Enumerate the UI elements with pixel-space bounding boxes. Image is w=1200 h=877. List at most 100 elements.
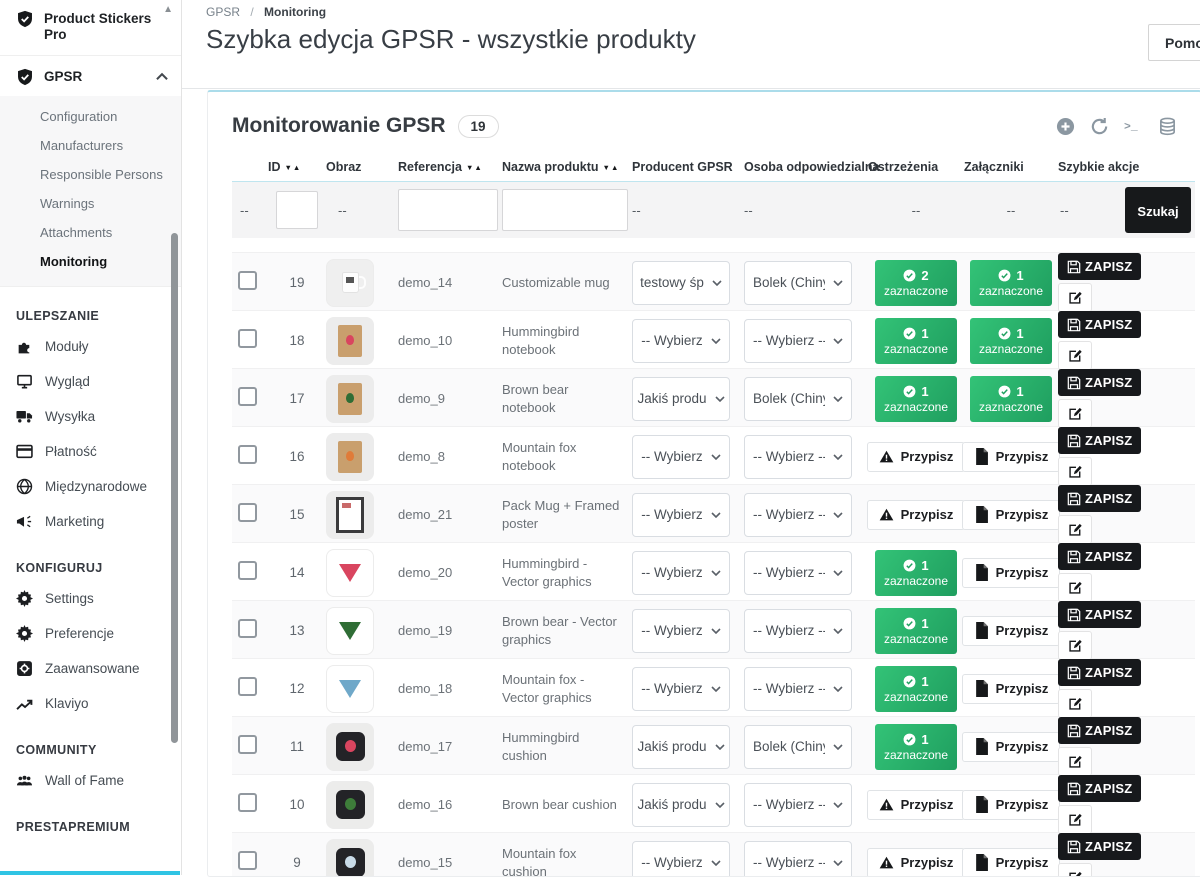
row-checkbox[interactable] <box>238 561 257 580</box>
sort-icon[interactable]: ▼▲ <box>603 163 620 172</box>
save-button[interactable]: ZAPISZ <box>1058 659 1141 686</box>
row-checkbox[interactable] <box>238 851 257 870</box>
terminal-icon[interactable]: >_ <box>1124 117 1143 136</box>
attachments-assign-button[interactable]: Przypisz <box>962 790 1061 820</box>
warnings-assign-button[interactable]: Przypisz <box>867 848 966 877</box>
warnings-count-badge[interactable]: 1zaznaczone <box>875 608 957 654</box>
producer-select[interactable]: Jakiś produ <box>632 783 730 827</box>
attachments-count-badge[interactable]: 1zaznaczone <box>970 260 1052 306</box>
column-header-referencja[interactable]: Referencja▼▲ <box>398 160 502 174</box>
attachments-assign-button[interactable]: Przypisz <box>962 732 1061 762</box>
warnings-count-badge[interactable]: 1zaznaczone <box>875 376 957 422</box>
scroll-up-icon[interactable]: ▲ <box>163 4 173 15</box>
edit-button[interactable] <box>1058 515 1092 544</box>
submenu-item-attachments[interactable]: Attachments <box>0 218 181 247</box>
attachments-assign-button[interactable]: Przypisz <box>962 674 1061 704</box>
save-button[interactable]: ZAPISZ <box>1058 427 1141 454</box>
submenu-item-configuration[interactable]: Configuration <box>0 102 181 131</box>
responsible-person-select[interactable]: -- Wybierz -- <box>744 841 852 877</box>
sort-icon[interactable]: ▼▲ <box>466 163 483 172</box>
warnings-assign-button[interactable]: Przypisz <box>867 500 966 530</box>
edit-button[interactable] <box>1058 747 1092 776</box>
row-checkbox[interactable] <box>238 329 257 348</box>
refresh-icon[interactable] <box>1090 117 1109 136</box>
sidebar-item-wall-of-fame[interactable]: Wall of Fame <box>0 763 181 798</box>
row-checkbox[interactable] <box>238 619 257 638</box>
submenu-item-monitoring[interactable]: Monitoring <box>0 247 181 276</box>
edit-button[interactable] <box>1058 399 1092 428</box>
warnings-assign-button[interactable]: Przypisz <box>867 442 966 472</box>
save-button[interactable]: ZAPISZ <box>1058 543 1141 570</box>
sidebar-item-wygląd[interactable]: Wygląd <box>0 364 181 399</box>
sql-icon[interactable] <box>1158 117 1177 136</box>
sidebar-item-product-stickers-pro[interactable]: Product Stickers Pro <box>0 0 181 53</box>
attachments-count-badge[interactable]: 1zaznaczone <box>970 318 1052 364</box>
filter-id-input[interactable] <box>276 191 318 229</box>
warnings-count-badge[interactable]: 2zaznaczone <box>875 260 957 306</box>
responsible-person-select[interactable]: -- Wybierz -- <box>744 435 852 479</box>
save-button[interactable]: ZAPISZ <box>1058 485 1141 512</box>
sidebar-item-zaawansowane[interactable]: Zaawansowane <box>0 651 181 686</box>
save-button[interactable]: ZAPISZ <box>1058 717 1141 744</box>
responsible-person-select[interactable]: -- Wybierz -- <box>744 493 852 537</box>
sidebar-item-marketing[interactable]: Marketing <box>0 504 181 539</box>
responsible-person-select[interactable]: -- Wybierz -- <box>744 319 852 363</box>
sidebar-item-klaviyo[interactable]: Klaviyo <box>0 686 181 721</box>
column-header-nazwa-produktu[interactable]: Nazwa produktu▼▲ <box>502 160 632 174</box>
responsible-person-select[interactable]: -- Wybierz -- <box>744 783 852 827</box>
edit-button[interactable] <box>1058 805 1092 834</box>
producer-select[interactable]: Jakiś produ <box>632 377 730 421</box>
attachments-assign-button[interactable]: Przypisz <box>962 616 1061 646</box>
sidebar-item-moduły[interactable]: Moduły <box>0 329 181 364</box>
breadcrumb-gpsr[interactable]: GPSR <box>206 5 240 19</box>
save-button[interactable]: ZAPISZ <box>1058 311 1141 338</box>
search-button[interactable]: Szukaj <box>1125 187 1191 233</box>
producer-select[interactable]: -- Wybierz <box>632 551 730 595</box>
column-header-id[interactable]: ID▼▲ <box>268 160 326 174</box>
sort-icon[interactable]: ▼▲ <box>285 163 302 172</box>
submenu-item-responsible-persons[interactable]: Responsible Persons <box>0 160 181 189</box>
producer-select[interactable]: Jakiś produ <box>632 725 730 769</box>
producer-select[interactable]: testowy śp <box>632 261 730 305</box>
save-button[interactable]: ZAPISZ <box>1058 601 1141 628</box>
attachments-count-badge[interactable]: 1zaznaczone <box>970 376 1052 422</box>
sidebar-item-płatność[interactable]: Płatność <box>0 434 181 469</box>
edit-button[interactable] <box>1058 631 1092 660</box>
responsible-person-select[interactable]: -- Wybierz -- <box>744 667 852 711</box>
attachments-assign-button[interactable]: Przypisz <box>962 442 1061 472</box>
attachments-assign-button[interactable]: Przypisz <box>962 558 1061 588</box>
row-checkbox[interactable] <box>238 677 257 696</box>
add-icon[interactable] <box>1056 117 1075 136</box>
save-button[interactable]: ZAPISZ <box>1058 833 1141 860</box>
producer-select[interactable]: -- Wybierz <box>632 667 730 711</box>
responsible-person-select[interactable]: Bolek (Chiny) <box>744 377 852 421</box>
row-checkbox[interactable] <box>238 445 257 464</box>
row-checkbox[interactable] <box>238 503 257 522</box>
row-checkbox[interactable] <box>238 735 257 754</box>
sidebar-item-wysyłka[interactable]: Wysyłka <box>0 399 181 434</box>
sidebar-item-settings[interactable]: Settings <box>0 581 181 616</box>
edit-button[interactable] <box>1058 689 1092 718</box>
warnings-assign-button[interactable]: Przypisz <box>867 790 966 820</box>
attachments-assign-button[interactable]: Przypisz <box>962 500 1061 530</box>
save-button[interactable]: ZAPISZ <box>1058 775 1141 802</box>
edit-button[interactable] <box>1058 283 1092 312</box>
row-checkbox[interactable] <box>238 387 257 406</box>
attachments-assign-button[interactable]: Przypisz <box>962 848 1061 877</box>
save-button[interactable]: ZAPISZ <box>1058 253 1141 280</box>
row-checkbox[interactable] <box>238 793 257 812</box>
edit-button[interactable] <box>1058 341 1092 370</box>
sidebar-item-międzynarodowe[interactable]: Międzynarodowe <box>0 469 181 504</box>
save-button[interactable]: ZAPISZ <box>1058 369 1141 396</box>
sidebar-item-preferencje[interactable]: Preferencje <box>0 616 181 651</box>
warnings-count-badge[interactable]: 1zaznaczone <box>875 724 957 770</box>
submenu-item-warnings[interactable]: Warnings <box>0 189 181 218</box>
producer-select[interactable]: -- Wybierz <box>632 435 730 479</box>
edit-button[interactable] <box>1058 457 1092 486</box>
submenu-item-manufacturers[interactable]: Manufacturers <box>0 131 181 160</box>
row-checkbox[interactable] <box>238 271 257 290</box>
producer-select[interactable]: -- Wybierz <box>632 319 730 363</box>
responsible-person-select[interactable]: Bolek (Chiny) <box>744 725 852 769</box>
responsible-person-select[interactable]: Bolek (Chiny) <box>744 261 852 305</box>
warnings-count-badge[interactable]: 1zaznaczone <box>875 550 957 596</box>
